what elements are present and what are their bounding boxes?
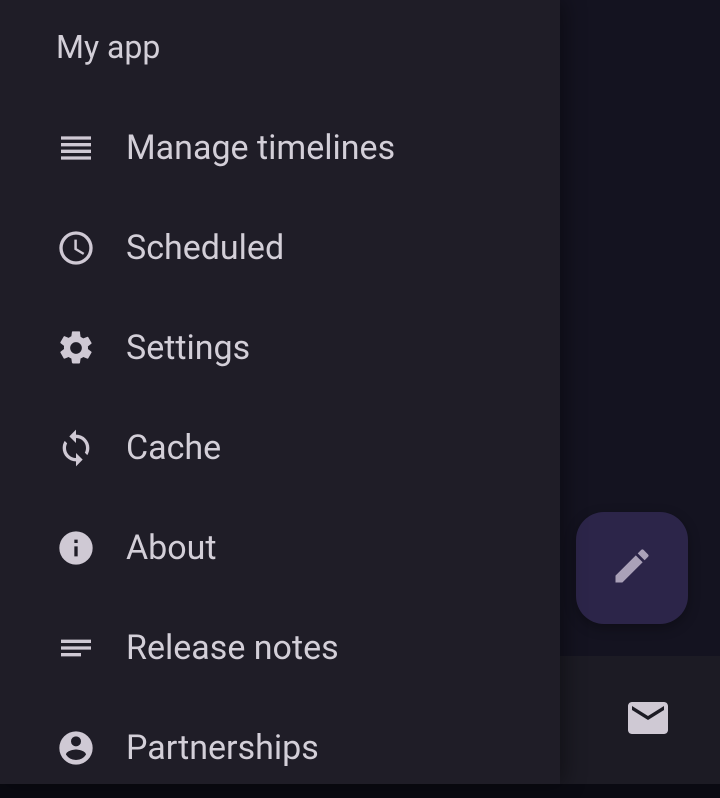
pencil-icon bbox=[610, 544, 654, 592]
menu-item-label: Partnerships bbox=[126, 728, 319, 768]
menu-item-cache[interactable]: Cache bbox=[0, 398, 560, 498]
menu-item-label: About bbox=[126, 528, 217, 568]
clock-icon bbox=[56, 228, 96, 268]
navigation-drawer: My app Manage timelines Scheduled Settin… bbox=[0, 0, 560, 784]
menu-item-scheduled[interactable]: Scheduled bbox=[0, 198, 560, 298]
sync-icon bbox=[56, 428, 96, 468]
info-icon bbox=[56, 528, 96, 568]
drawer-title: My app bbox=[0, 28, 560, 98]
menu-item-about[interactable]: About bbox=[0, 498, 560, 598]
messages-nav-button[interactable] bbox=[624, 696, 672, 744]
menu-item-label: Release notes bbox=[126, 628, 339, 668]
menu-item-settings[interactable]: Settings bbox=[0, 298, 560, 398]
menu-item-label: Settings bbox=[126, 328, 250, 368]
mail-icon bbox=[624, 694, 672, 746]
menu-item-partnerships[interactable]: Partnerships bbox=[0, 698, 560, 798]
menu-item-label: Manage timelines bbox=[126, 128, 395, 168]
gear-icon bbox=[56, 328, 96, 368]
timelines-icon bbox=[56, 128, 96, 168]
compose-fab[interactable] bbox=[576, 512, 688, 624]
notes-icon bbox=[56, 628, 96, 668]
menu-item-release-notes[interactable]: Release notes bbox=[0, 598, 560, 698]
main-content-dimmed bbox=[560, 0, 720, 784]
menu-item-label: Scheduled bbox=[126, 228, 284, 268]
menu-item-manage-timelines[interactable]: Manage timelines bbox=[0, 98, 560, 198]
menu-item-label: Cache bbox=[126, 428, 221, 468]
person-icon bbox=[56, 728, 96, 768]
